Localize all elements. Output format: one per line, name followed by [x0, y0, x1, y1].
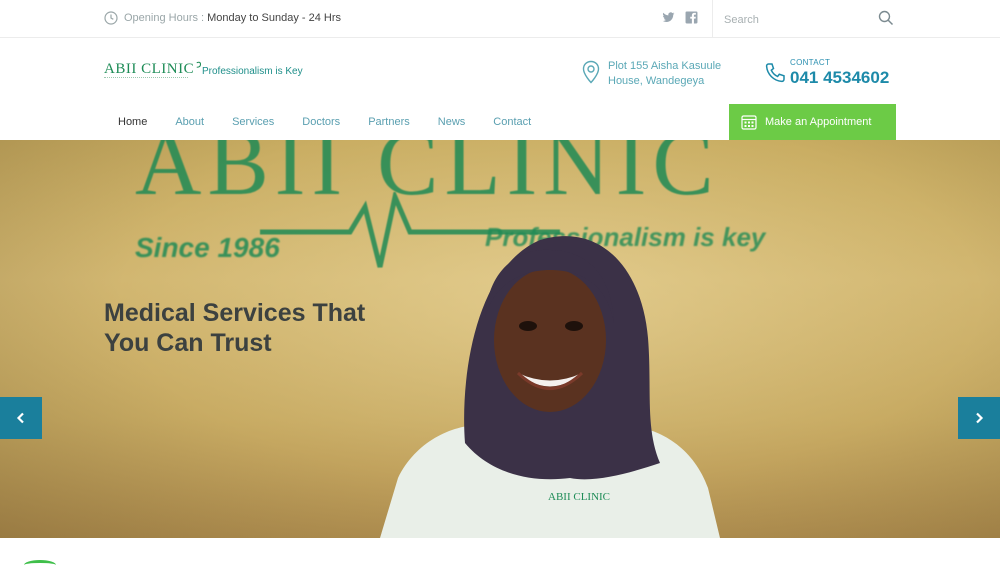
nav-item-doctors[interactable]: Doctors — [302, 114, 340, 130]
main-nav: Home About Services Doctors Partners New… — [104, 114, 545, 130]
hero-slider: ABII CLINIC Since 1986 Professionalism i… — [0, 140, 1000, 538]
search-box — [724, 10, 896, 28]
make-appointment-label: Make an Appointment — [765, 116, 872, 128]
address-block: Plot 155 Aisha Kasuule House, Wandegeya — [582, 59, 728, 89]
nav-item-news[interactable]: News — [438, 114, 466, 130]
nav-item-services[interactable]: Services — [232, 114, 274, 130]
hero-doctor-photo: ABII CLINIC — [380, 236, 720, 538]
contact-number[interactable]: 041 4534602 — [790, 68, 889, 87]
nav-item-partners[interactable]: Partners — [368, 114, 410, 130]
location-pin-icon — [582, 60, 600, 84]
phone-icon — [765, 63, 785, 83]
search-icon[interactable] — [878, 10, 894, 26]
svg-text:ABII CLINIC: ABII CLINIC — [548, 491, 610, 503]
logo-underline — [104, 76, 188, 78]
site-tagline: Professionalism is Key — [202, 66, 303, 77]
contact-label: CONTACT — [790, 58, 831, 67]
opening-hours-label: Opening Hours : — [124, 12, 205, 24]
divider — [712, 0, 713, 38]
social-links — [662, 11, 698, 24]
slider-prev-button[interactable] — [0, 397, 42, 439]
nav-item-home[interactable]: Home — [118, 114, 147, 130]
calendar-icon — [741, 115, 757, 130]
nav-item-about[interactable]: About — [175, 114, 204, 130]
address-text: Plot 155 Aisha Kasuule House, Wandegeya — [608, 60, 722, 87]
contact-block[interactable]: CONTACT 041 4534602 — [764, 58, 889, 87]
hero-title: Medical Services That You Can Trust — [104, 299, 366, 357]
slider-next-button[interactable] — [958, 397, 1000, 439]
twitter-icon[interactable] — [662, 11, 675, 24]
opening-hours-value: Monday to Sunday - 24 Hrs — [207, 12, 342, 24]
chevron-right-icon — [976, 412, 984, 424]
nav-item-contact[interactable]: Contact — [493, 114, 531, 130]
chevron-left-icon — [16, 412, 24, 424]
floating-widget[interactable] — [24, 560, 56, 565]
wall-since-text: Since 1986 — [135, 232, 280, 263]
make-appointment-button[interactable]: Make an Appointment — [729, 104, 896, 140]
top-bar: Opening Hours : Monday to Sunday - 24 Hr… — [0, 0, 1000, 38]
search-input[interactable] — [724, 14, 864, 26]
facebook-icon[interactable] — [685, 11, 698, 24]
opening-hours: Opening Hours : Monday to Sunday - 24 Hr… — [104, 11, 341, 25]
clock-icon — [104, 11, 118, 25]
